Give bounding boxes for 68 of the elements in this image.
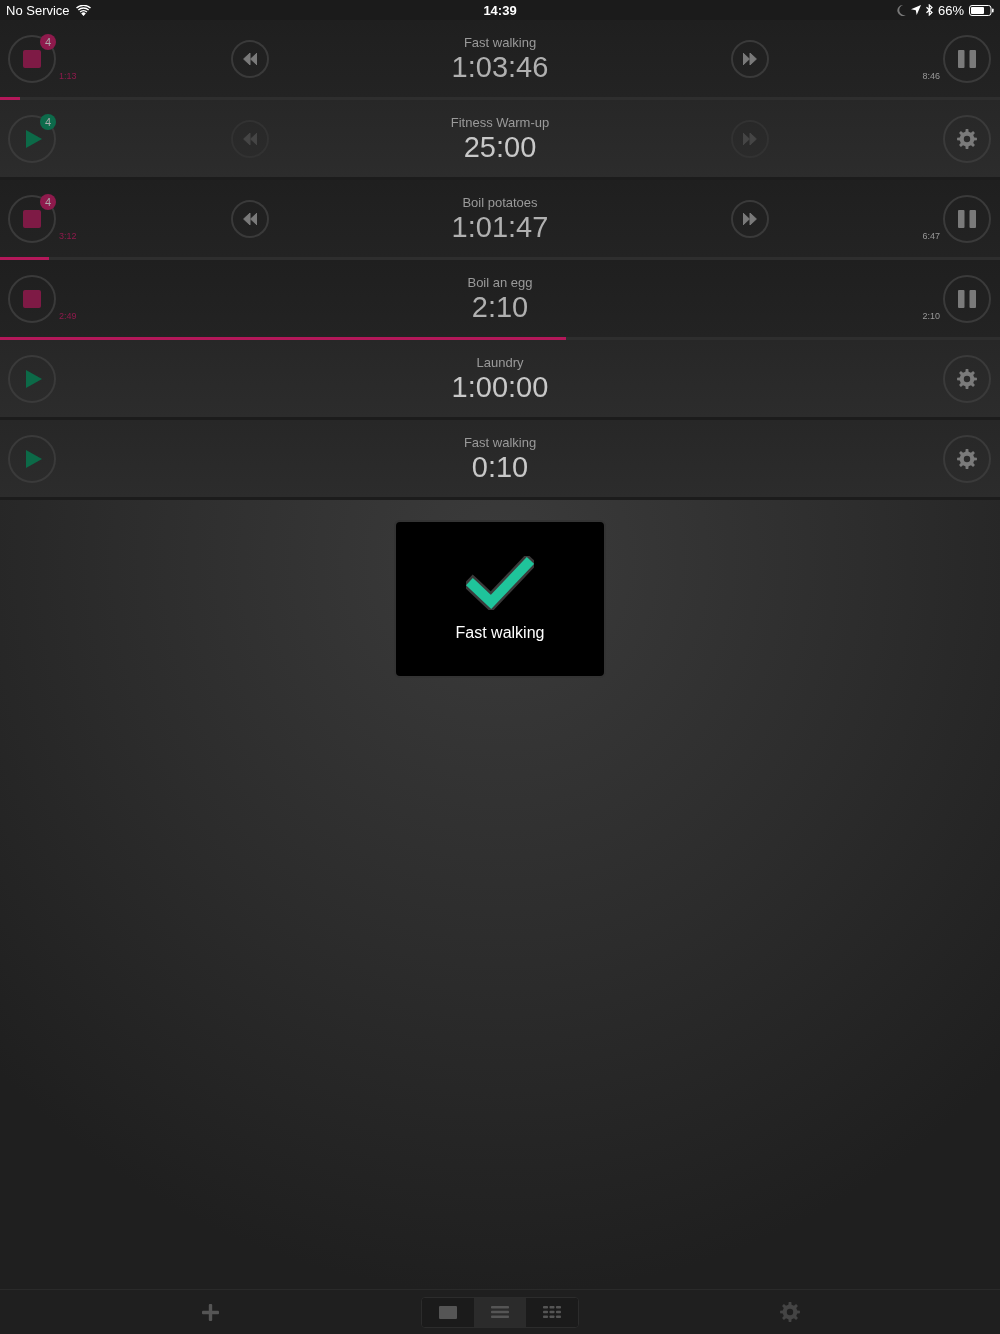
bluetooth-icon [925,4,933,16]
timer-time: 25:00 [463,130,537,163]
pause-icon [958,49,976,68]
stop-button[interactable] [8,274,56,323]
pause-button[interactable] [943,34,991,83]
rewind-icon [243,132,257,145]
fast-forward-icon [743,52,757,65]
pause-icon [958,289,976,308]
timer-name: Laundry [476,354,524,371]
timer-name: Fitness Warm-up [450,114,550,131]
count-badge: 4 [40,193,56,210]
stop-icon [23,209,41,228]
card-view-icon [439,1305,457,1319]
settings-button[interactable] [943,114,991,163]
view-tab[interactable] [474,1297,526,1327]
pause-button[interactable] [943,194,991,243]
wifi-icon [75,4,91,16]
rewind-button[interactable] [231,39,269,78]
play-icon [26,369,42,388]
count-badge: 4 [40,33,56,50]
settings-button[interactable] [943,434,991,483]
forward-button[interactable] [731,39,769,78]
pause-button[interactable] [943,274,991,323]
gear-icon [957,128,977,149]
pause-icon [958,209,976,228]
rewind-icon [243,212,257,225]
fast-forward-icon [743,132,757,145]
play-icon [26,129,42,148]
remaining-time: 8:46 [922,70,940,81]
timer-time: 1:03:46 [451,50,549,83]
timer-time: 1:00:00 [451,370,549,403]
timer-name: Fast walking [463,434,537,451]
plus-icon [202,1303,219,1321]
stop-icon [23,49,41,68]
rewind-icon [243,52,257,65]
clock-time: 14:39 [483,2,517,18]
carrier-label: No Service [6,2,70,18]
forward-button[interactable] [731,199,769,238]
toast-message: Fast walking [455,624,545,642]
remaining-time: 6:47 [922,230,940,241]
location-arrow-icon [910,5,921,15]
gear-icon [957,448,977,469]
timer-time: 0:10 [471,450,529,483]
elapsed-time: 2:49 [59,310,77,321]
settings-button[interactable] [943,354,991,403]
timer-time: 2:10 [471,290,529,323]
stop-icon [23,289,41,308]
play-button[interactable] [8,434,56,483]
timer-name: Boil potatoes [462,194,538,211]
play-icon [26,449,42,468]
moon-icon [896,4,906,16]
battery-percent: 66% [937,2,964,18]
elapsed-time: 3:12 [59,230,77,241]
timer-name: Boil an egg [467,274,533,291]
fast-forward-icon [743,212,757,225]
remaining-time: 2:10 [922,310,940,321]
play-button[interactable] [8,354,56,403]
timer-name: Fast walking [463,34,537,51]
grid-view-icon [543,1306,561,1318]
elapsed-time: 1:13 [59,70,77,81]
rewind-button[interactable] [231,199,269,238]
gear-icon [779,1302,800,1322]
timer-time: 1:01:47 [451,210,549,243]
battery-icon [969,4,994,16]
checkmark-icon [466,556,534,610]
list-view-icon [491,1306,509,1318]
gear-icon [957,368,977,389]
count-badge: 4 [40,113,56,130]
